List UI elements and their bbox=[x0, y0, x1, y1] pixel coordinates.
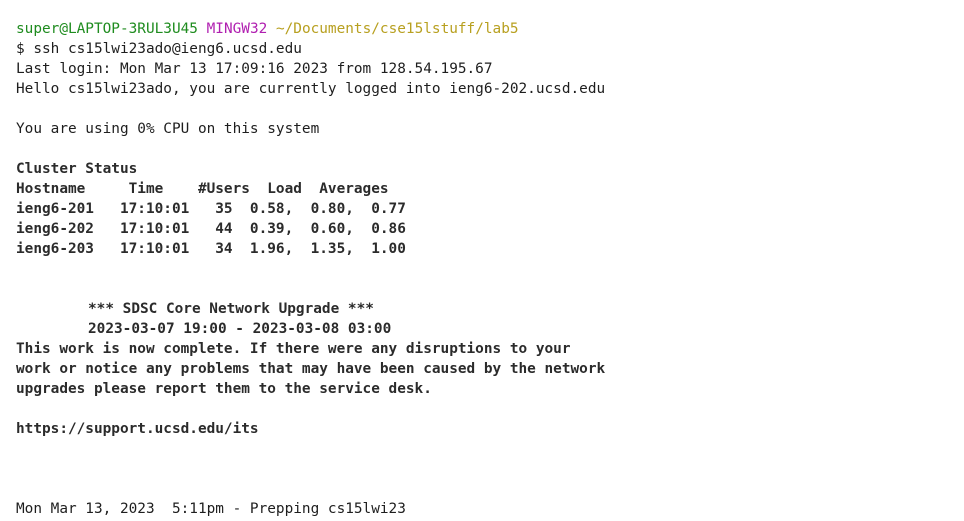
last-login-line: Last login: Mon Mar 13 17:09:16 2023 fro… bbox=[16, 61, 493, 77]
hello-line: Hello cs15lwi23ado, you are currently lo… bbox=[16, 81, 606, 97]
shell-prompt-line: super@LAPTOP-3RUL3U45 MINGW32 ~/Document… bbox=[16, 19, 964, 39]
ssh-command: $ ssh cs15lwi23ado@ieng6.ucsd.edu bbox=[16, 41, 302, 57]
notice-body-line: work or notice any problems that may hav… bbox=[16, 361, 606, 377]
cluster-row-203: ieng6-203 17:10:01 34 1.96, 1.35, 1.00 bbox=[16, 241, 406, 257]
notice-body-line: This work is now complete. If there were… bbox=[16, 341, 571, 357]
footer-status-line: Mon Mar 13, 2023 5:11pm - Prepping cs15l… bbox=[16, 501, 406, 517]
prompt-user-host: super@LAPTOP-3RUL3U45 bbox=[16, 21, 198, 37]
cluster-status-title: Cluster Status bbox=[16, 161, 138, 177]
notice-title: *** SDSC Core Network Upgrade *** bbox=[88, 301, 374, 317]
notice-body-line: upgrades please report them to the servi… bbox=[16, 381, 432, 397]
cluster-table-header: Hostname Time #Users Load Averages bbox=[16, 181, 389, 197]
cpu-line: You are using 0% CPU on this system bbox=[16, 121, 320, 137]
notice-dates: 2023-03-07 19:00 - 2023-03-08 03:00 bbox=[88, 321, 392, 337]
prompt-msys: MINGW32 bbox=[206, 21, 268, 37]
support-link[interactable]: https://support.ucsd.edu/its bbox=[16, 419, 964, 439]
prompt-cwd: ~/Documents/cse15lstuff/lab5 bbox=[275, 21, 519, 37]
cluster-row-202: ieng6-202 17:10:01 44 0.39, 0.60, 0.86 bbox=[16, 221, 406, 237]
terminal-window[interactable]: super@LAPTOP-3RUL3U45 MINGW32 ~/Document… bbox=[0, 0, 964, 521]
cluster-row-201: ieng6-201 17:10:01 35 0.58, 0.80, 0.77 bbox=[16, 201, 406, 217]
